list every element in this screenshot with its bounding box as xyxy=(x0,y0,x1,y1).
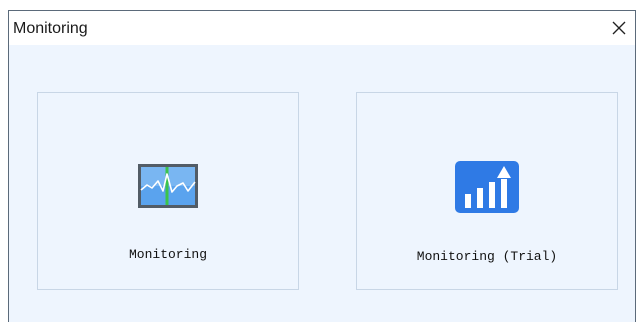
monitor-waveform-icon xyxy=(138,164,198,208)
monitoring-dialog: Monitoring Monitoring Monitoring (Trial) xyxy=(8,10,636,322)
monitoring-trial-option[interactable]: Monitoring (Trial) xyxy=(356,92,618,290)
dialog-title: Monitoring xyxy=(13,20,88,37)
bar-chart-up-arrow-icon xyxy=(455,161,519,213)
title-bar: Monitoring xyxy=(9,11,635,45)
monitoring-option-label: Monitoring xyxy=(128,247,207,262)
monitoring-trial-option-label: Monitoring (Trial) xyxy=(416,249,558,264)
close-icon xyxy=(612,21,626,35)
monitoring-option[interactable]: Monitoring xyxy=(37,92,299,290)
close-button[interactable] xyxy=(607,16,631,40)
